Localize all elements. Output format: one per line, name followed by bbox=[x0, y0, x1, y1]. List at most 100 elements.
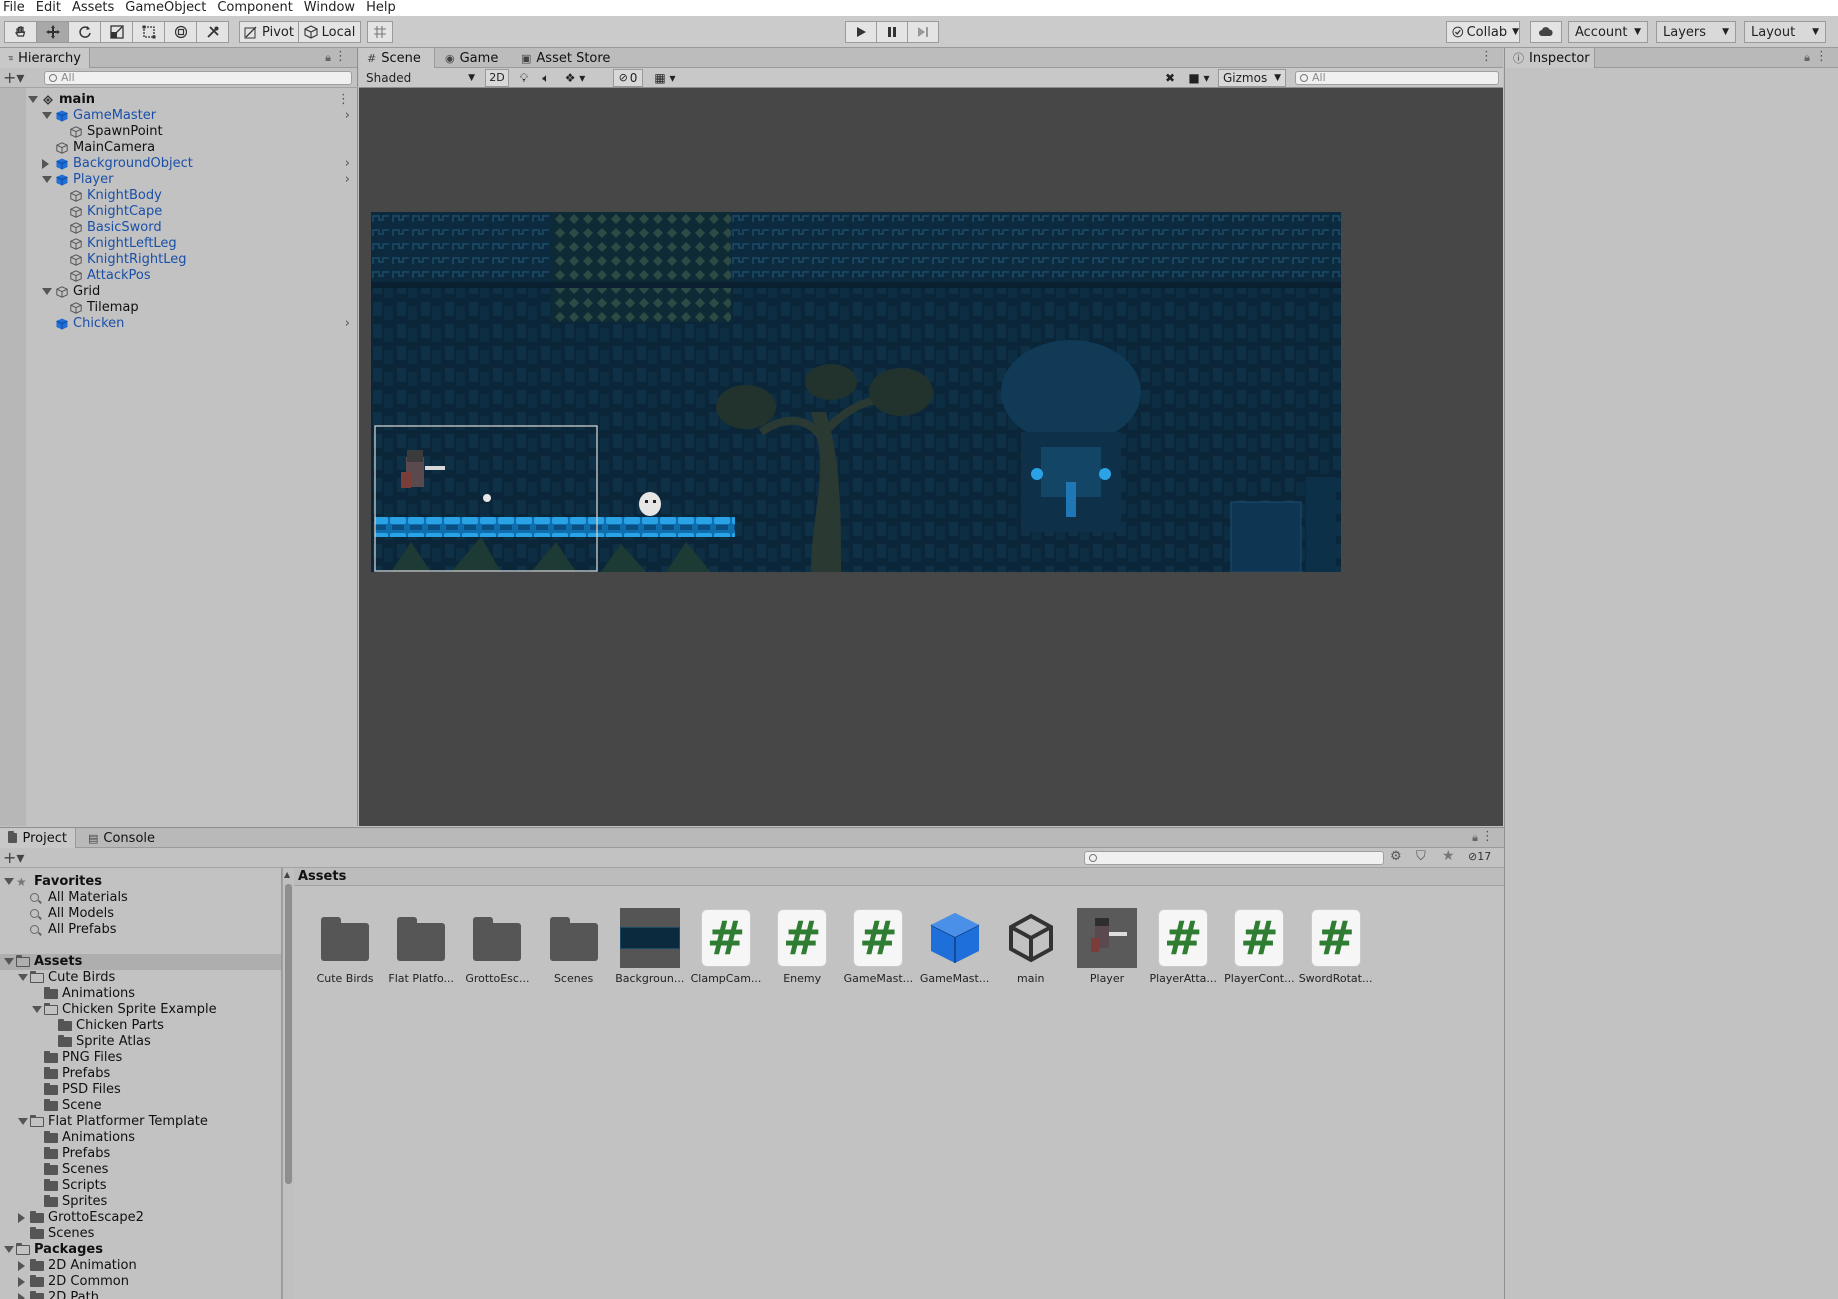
search-by-type-icon[interactable]: ⚙︎ bbox=[1390, 849, 1402, 864]
asset-item[interactable]: # GameMast... bbox=[839, 908, 913, 998]
expand-arrow-icon[interactable] bbox=[18, 1213, 25, 1223]
hierarchy-row[interactable]: KnightBody bbox=[0, 188, 356, 204]
asset-item[interactable]: # PlayerAtta... bbox=[1144, 908, 1218, 998]
local-toggle[interactable]: Local bbox=[298, 21, 361, 43]
layers-dropdown[interactable]: Layers ▼ bbox=[1656, 21, 1736, 43]
asset-item[interactable]: Cute Birds bbox=[306, 908, 380, 998]
project-tree-row[interactable]: Assets bbox=[0, 954, 281, 970]
expand-arrow-icon[interactable] bbox=[18, 1261, 25, 1271]
project-tree-row[interactable]: PSD Files bbox=[0, 1082, 281, 1098]
project-tree-row[interactable]: Packages bbox=[0, 1242, 281, 1258]
hierarchy-row[interactable]: GameMaster › bbox=[0, 108, 356, 124]
kebab-menu-icon[interactable]: ⋮ bbox=[1815, 49, 1828, 64]
tab-console[interactable]: ▤ Console bbox=[80, 828, 162, 848]
hierarchy-row[interactable]: KnightLeftLeg bbox=[0, 236, 356, 252]
scene-viewport[interactable] bbox=[359, 88, 1503, 826]
project-tree-row[interactable]: 2D Animation bbox=[0, 1258, 281, 1274]
project-tree-row[interactable]: Chicken Sprite Example bbox=[0, 1002, 281, 1018]
rect-tool-button[interactable] bbox=[132, 21, 165, 43]
asset-item[interactable]: # PlayerCont... bbox=[1220, 908, 1295, 998]
menu-edit[interactable]: Edit bbox=[33, 0, 69, 16]
collab-dropdown[interactable]: Collab ▼ bbox=[1446, 21, 1520, 43]
hierarchy-row[interactable]: Player › bbox=[0, 172, 356, 188]
collapse-arrow-icon[interactable] bbox=[42, 112, 52, 119]
project-tree-row[interactable]: Chicken Parts bbox=[0, 1018, 281, 1034]
hand-tool-button[interactable] bbox=[4, 21, 37, 43]
kebab-menu-icon[interactable]: ⋮ bbox=[1481, 829, 1494, 844]
chevron-right-icon[interactable]: › bbox=[345, 108, 350, 124]
asset-item[interactable]: Scenes bbox=[535, 908, 609, 998]
hidden-objects-toggle[interactable]: ⊘ 0 bbox=[613, 69, 643, 87]
hierarchy-search-input[interactable]: All bbox=[44, 71, 352, 85]
asset-item[interactable]: main bbox=[992, 908, 1066, 998]
menu-window[interactable]: Window bbox=[301, 0, 363, 16]
kebab-menu-icon[interactable]: ⋮ bbox=[337, 92, 350, 108]
hierarchy-row[interactable]: Tilemap bbox=[0, 300, 356, 316]
asset-item[interactable]: Flat Platfo... bbox=[382, 908, 456, 998]
collapse-arrow-icon[interactable] bbox=[18, 1118, 28, 1125]
project-tree-row[interactable]: Cute Birds bbox=[0, 970, 281, 986]
collapse-arrow-icon[interactable] bbox=[4, 1246, 14, 1253]
hierarchy-row[interactable]: BackgroundObject › bbox=[0, 156, 356, 172]
project-tree-row[interactable]: Scenes bbox=[0, 1226, 281, 1242]
project-tree-row[interactable]: Scripts bbox=[0, 1178, 281, 1194]
tools-toggle[interactable]: ✖ bbox=[1159, 69, 1181, 87]
project-tree-row[interactable]: Animations bbox=[0, 1130, 281, 1146]
step-button[interactable] bbox=[907, 21, 939, 43]
asset-item[interactable]: GameMast... bbox=[916, 908, 990, 998]
scrollbar-thumb[interactable] bbox=[285, 884, 292, 1184]
collapse-arrow-icon[interactable] bbox=[42, 288, 52, 295]
menu-component[interactable]: Component bbox=[214, 0, 300, 16]
project-tree-row[interactable]: All Prefabs bbox=[0, 922, 281, 938]
hierarchy-row[interactable]: main ⋮ bbox=[0, 92, 356, 108]
project-tree-row[interactable]: GrottoEscape2 bbox=[0, 1210, 281, 1226]
expand-arrow-icon[interactable] bbox=[42, 159, 49, 169]
level-canvas[interactable] bbox=[371, 212, 1341, 572]
project-tree-row[interactable]: 2D Path bbox=[0, 1290, 281, 1299]
tab-project[interactable]: Project bbox=[0, 828, 76, 848]
project-tree-row[interactable]: All Models bbox=[0, 906, 281, 922]
layout-dropdown[interactable]: Layout ▼ bbox=[1744, 21, 1826, 43]
asset-item[interactable]: Backgroun... bbox=[611, 908, 685, 998]
custom-tool-button[interactable] bbox=[196, 21, 229, 43]
tab-game[interactable]: ◉ Game bbox=[437, 48, 511, 68]
menu-help[interactable]: Help bbox=[363, 0, 404, 16]
move-tool-button[interactable] bbox=[36, 21, 69, 43]
2d-toggle[interactable]: 2D bbox=[485, 69, 509, 87]
rotate-tool-button[interactable] bbox=[68, 21, 101, 43]
add-icon[interactable]: +▾ bbox=[3, 68, 24, 87]
project-search-input[interactable] bbox=[1084, 851, 1384, 865]
tab-hierarchy[interactable]: Hierarchy bbox=[0, 48, 90, 68]
assets-breadcrumb[interactable]: Assets bbox=[294, 868, 1504, 886]
hierarchy-row[interactable]: Chicken › bbox=[0, 316, 356, 332]
camera-dropdown[interactable]: ■ ▾ bbox=[1184, 69, 1214, 87]
account-dropdown[interactable]: Account ▼ bbox=[1568, 21, 1648, 43]
cloud-button[interactable] bbox=[1530, 21, 1562, 43]
hierarchy-row[interactable]: BasicSword bbox=[0, 220, 356, 236]
shading-mode-dropdown[interactable]: Shaded ▼ bbox=[362, 69, 479, 87]
project-tree-row[interactable]: Sprite Atlas bbox=[0, 1034, 281, 1050]
collapse-arrow-icon[interactable] bbox=[4, 878, 14, 885]
project-tree-row[interactable]: ★ Favorites bbox=[0, 874, 281, 890]
hierarchy-row[interactable]: KnightCape bbox=[0, 204, 356, 220]
project-tree-row[interactable]: 2D Common bbox=[0, 1274, 281, 1290]
lock-icon[interactable]: 🔒︎ bbox=[325, 51, 331, 65]
grid-snap-button[interactable] bbox=[367, 21, 393, 43]
collapse-arrow-icon[interactable] bbox=[32, 1006, 42, 1013]
menu-file[interactable]: File bbox=[0, 0, 33, 16]
lock-icon[interactable]: 🔒︎ bbox=[1472, 831, 1478, 845]
gizmos-dropdown[interactable]: Gizmos ▼ bbox=[1218, 69, 1286, 87]
asset-item[interactable]: # SwordRotat... bbox=[1297, 908, 1372, 998]
kebab-menu-icon[interactable]: ⋮ bbox=[334, 49, 347, 64]
chevron-right-icon[interactable]: › bbox=[345, 172, 350, 188]
project-tree-scrollbar[interactable]: ▲ bbox=[282, 868, 294, 1299]
project-tree-row[interactable]: Animations bbox=[0, 986, 281, 1002]
asset-item[interactable]: Player bbox=[1068, 908, 1142, 998]
project-tree-row[interactable]: Scenes bbox=[0, 1162, 281, 1178]
expand-arrow-icon[interactable] bbox=[18, 1293, 25, 1299]
hierarchy-row[interactable]: MainCamera bbox=[0, 140, 356, 156]
project-tree-row[interactable]: Prefabs bbox=[0, 1146, 281, 1162]
hierarchy-row[interactable]: KnightRightLeg bbox=[0, 252, 356, 268]
asset-item[interactable]: GrottoEsc... bbox=[458, 908, 532, 998]
project-tree-row[interactable]: PNG Files bbox=[0, 1050, 281, 1066]
